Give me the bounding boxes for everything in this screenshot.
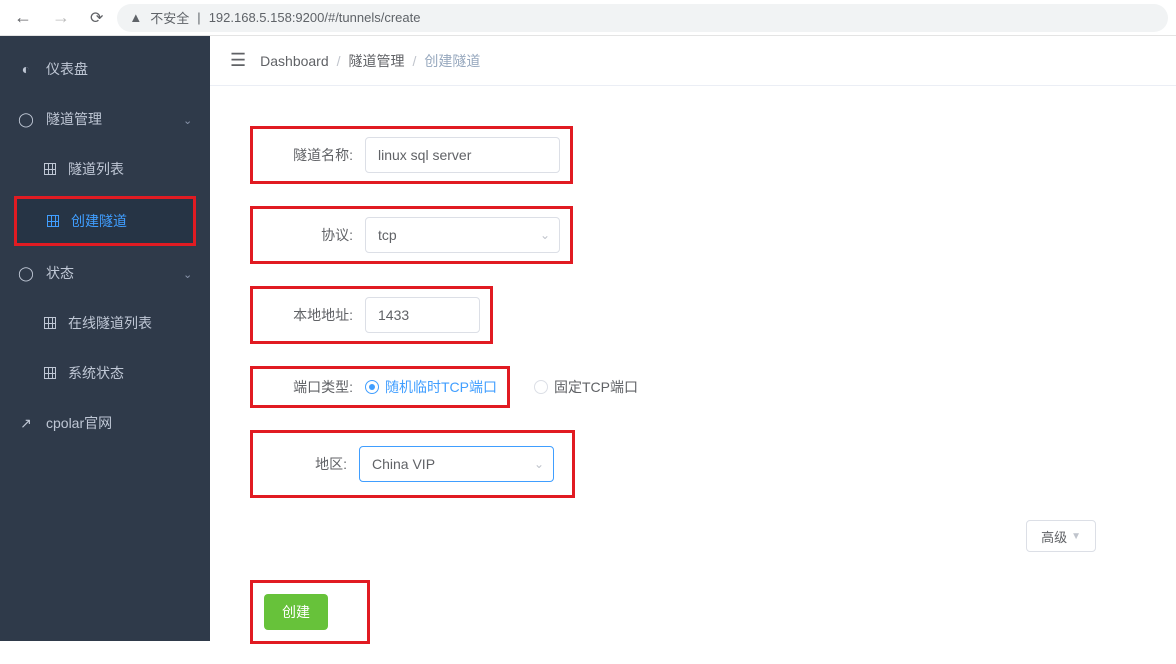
- sidebar-item-system-status[interactable]: 系统状态: [0, 348, 210, 398]
- external-link-icon: ↗: [18, 415, 34, 432]
- warning-icon: ▲: [129, 10, 142, 25]
- local-addr-input[interactable]: [365, 297, 480, 333]
- region-highlight: 地区: ⌄: [250, 430, 575, 498]
- sidebar-item-label: 创建隧道: [71, 211, 175, 231]
- port-type-fixed-radio[interactable]: 固定TCP端口: [534, 377, 638, 397]
- sidebar-item-label: 隧道列表: [68, 159, 192, 179]
- create-button[interactable]: 创建: [264, 594, 328, 630]
- sidebar-item-label: 在线隧道列表: [68, 313, 192, 333]
- forward-button[interactable]: →: [46, 7, 76, 28]
- radio-label: 随机临时TCP端口: [385, 377, 497, 397]
- circle-icon: ◯: [18, 111, 34, 128]
- port-type-highlight: 端口类型: 随机临时TCP端口: [250, 366, 510, 408]
- sidebar-item-label: 隧道管理: [46, 109, 171, 129]
- grid-icon: [47, 215, 59, 227]
- tunnel-name-highlight: 隧道名称:: [250, 126, 573, 184]
- breadcrumb-item-current: 创建隧道: [424, 51, 480, 71]
- sidebar-item-dashboard[interactable]: ◐ 仪表盘: [0, 44, 210, 94]
- sidebar-item-status[interactable]: ◯ 状态 ⌃: [0, 248, 210, 298]
- advanced-button[interactable]: 高级 ▼: [1026, 520, 1096, 552]
- grid-icon: [44, 367, 56, 379]
- radio-label: 固定TCP端口: [554, 377, 638, 397]
- sidebar-item-create-tunnel[interactable]: 创建隧道: [17, 199, 193, 243]
- sidebar-item-label: 系统状态: [68, 363, 192, 383]
- radio-icon: [534, 380, 548, 394]
- port-type-random-radio[interactable]: 随机临时TCP端口: [365, 377, 497, 397]
- sidebar: ◐ 仪表盘 ◯ 隧道管理 ⌃ 隧道列表 创建隧道 ◯ 状态 ⌃ 在线隧道列表: [0, 36, 210, 641]
- security-label: 不安全: [150, 8, 189, 27]
- sidebar-item-cpolar-site[interactable]: ↗ cpolar官网: [0, 398, 210, 448]
- protocol-label: 协议:: [263, 225, 353, 245]
- breadcrumb-item[interactable]: 隧道管理: [349, 51, 405, 71]
- region-label: 地区:: [297, 454, 347, 474]
- breadcrumb: Dashboard / 隧道管理 / 创建隧道: [260, 51, 480, 71]
- sidebar-item-tunnel-mgmt[interactable]: ◯ 隧道管理 ⌃: [0, 94, 210, 144]
- menu-toggle-icon[interactable]: ☰: [230, 50, 246, 71]
- main-content: ☰ Dashboard / 隧道管理 / 创建隧道 隧道名称: 协议:: [210, 36, 1176, 641]
- radio-icon: [365, 380, 379, 394]
- page-header: ☰ Dashboard / 隧道管理 / 创建隧道: [210, 36, 1176, 86]
- triangle-down-icon: ▼: [1071, 531, 1081, 542]
- address-bar[interactable]: ▲ 不安全 | 192.168.5.158:9200/#/tunnels/cre…: [117, 4, 1168, 32]
- sidebar-item-label: 仪表盘: [46, 59, 192, 79]
- browser-toolbar: ← → ⟳ ▲ 不安全 | 192.168.5.158:9200/#/tunne…: [0, 0, 1176, 36]
- port-type-label: 端口类型:: [263, 377, 353, 397]
- advanced-label: 高级: [1041, 527, 1067, 546]
- protocol-select[interactable]: [365, 217, 560, 253]
- grid-icon: [44, 163, 56, 175]
- protocol-highlight: 协议: ⌄: [250, 206, 573, 264]
- breadcrumb-sep: /: [337, 53, 341, 69]
- sidebar-item-online-tunnels[interactable]: 在线隧道列表: [0, 298, 210, 348]
- tunnel-name-label: 隧道名称:: [263, 145, 353, 165]
- submit-highlight: 创建: [250, 580, 370, 644]
- tunnel-name-input[interactable]: [365, 137, 560, 173]
- sidebar-item-label: 状态: [46, 263, 171, 283]
- sidebar-item-tunnel-list[interactable]: 隧道列表: [0, 144, 210, 194]
- reload-button[interactable]: ⟳: [84, 8, 109, 28]
- breadcrumb-item[interactable]: Dashboard: [260, 53, 329, 69]
- chevron-up-icon: ⌃: [183, 113, 192, 126]
- region-select[interactable]: [359, 446, 554, 482]
- breadcrumb-sep: /: [413, 53, 417, 69]
- chevron-up-icon: ⌃: [183, 267, 192, 280]
- circle-icon: ◯: [18, 265, 34, 282]
- create-tunnel-form: 隧道名称: 协议: ⌄ 本地地址:: [210, 86, 1176, 664]
- gauge-icon: ◐: [18, 61, 34, 77]
- sidebar-item-label: cpolar官网: [46, 413, 192, 433]
- local-addr-label: 本地地址:: [263, 305, 353, 325]
- back-button[interactable]: ←: [8, 7, 38, 28]
- sidebar-item-create-highlight: 创建隧道: [14, 196, 196, 246]
- local-addr-highlight: 本地地址:: [250, 286, 493, 344]
- url-text: 192.168.5.158:9200/#/tunnels/create: [209, 10, 421, 25]
- url-separator: |: [197, 10, 200, 25]
- grid-icon: [44, 317, 56, 329]
